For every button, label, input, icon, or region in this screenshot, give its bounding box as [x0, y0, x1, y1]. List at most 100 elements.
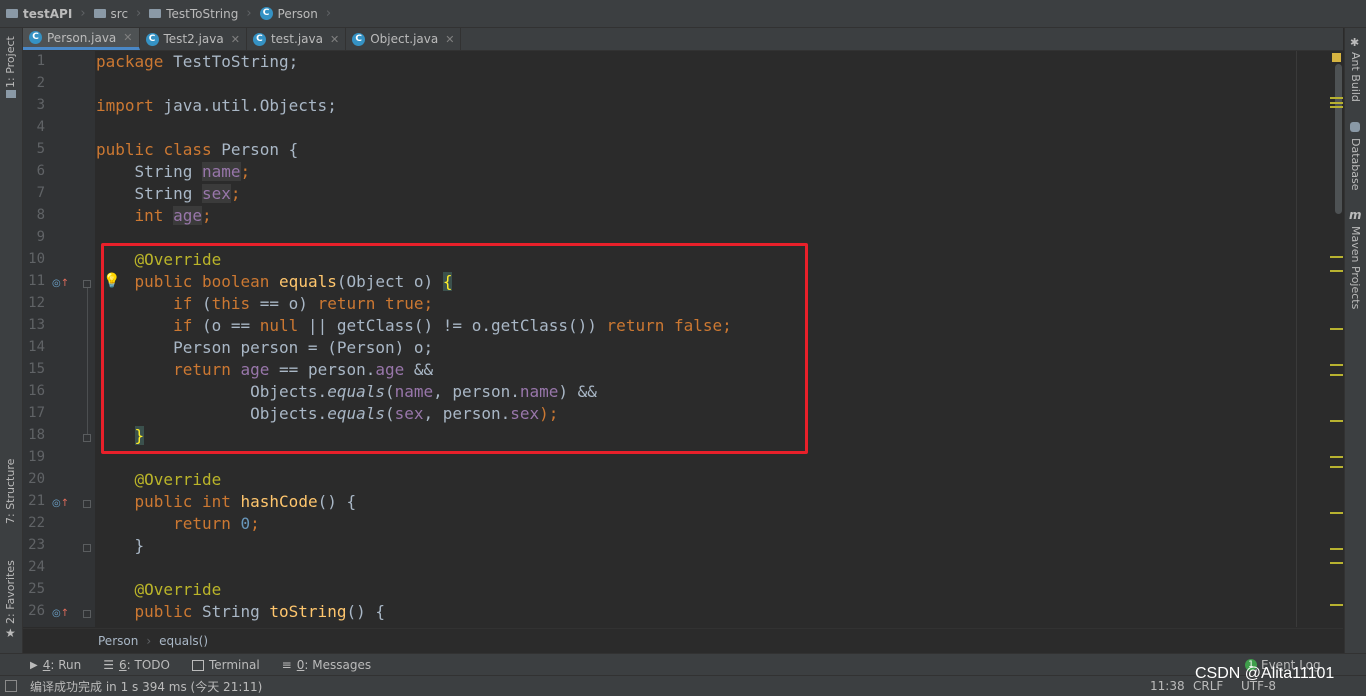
run-tool-button[interactable]: ▶ 4: Run — [30, 658, 81, 672]
error-stripe-mark[interactable] — [1330, 97, 1343, 99]
fold-guide — [87, 288, 88, 434]
project-tool-button[interactable]: 1: Project — [4, 36, 17, 88]
tab-object-java[interactable]: C Object.java ✕ — [346, 28, 462, 50]
editor-breadcrumb-class[interactable]: Person — [98, 634, 138, 648]
breadcrumb-project-label: testAPI — [23, 6, 73, 21]
class-icon: C — [352, 32, 366, 46]
editor-tabs: C Person.java ✕ C Test2.java ✕ C test.ja… — [23, 28, 1343, 51]
error-stripe-mark[interactable] — [1330, 512, 1343, 514]
highlight-box — [101, 243, 808, 454]
fold-toggle[interactable] — [83, 434, 91, 442]
right-tool-strip: ✱ Ant Build Database m Maven Projects — [1344, 28, 1366, 654]
maven-projects-tool-button[interactable]: Maven Projects — [1349, 226, 1362, 309]
line-number: 13 — [28, 317, 45, 333]
tab-test2-java[interactable]: C Test2.java ✕ — [140, 28, 247, 50]
tab-label: test.java — [270, 32, 323, 46]
line-number: 17 — [28, 405, 45, 421]
code-line: public class Person { — [96, 140, 299, 159]
editor-scrollbar[interactable] — [1335, 64, 1342, 214]
messages-icon: ≡ — [281, 658, 292, 672]
terminal-icon — [191, 659, 204, 671]
code-line: return 0; — [173, 514, 260, 533]
tab-label: Person.java — [47, 30, 117, 45]
error-stripe-mark[interactable] — [1330, 328, 1343, 330]
toggle-tool-windows-icon[interactable] — [5, 680, 17, 692]
tab-label: Test2.java — [163, 32, 224, 46]
favorites-tool-button[interactable]: 2: Favorites — [4, 560, 17, 624]
inspection-status-icon[interactable] — [1332, 53, 1341, 62]
error-stripe-mark[interactable] — [1330, 466, 1343, 468]
terminal-tool-button[interactable]: Terminal — [191, 658, 260, 672]
tool-label: : TODO — [126, 658, 170, 672]
code-line: import java.util.Objects; — [96, 96, 337, 115]
line-number: 19 — [28, 449, 45, 465]
ant-icon: ✱ — [1350, 36, 1360, 49]
structure-tool-button[interactable]: 7: Structure — [4, 459, 17, 524]
line-number: 20 — [28, 471, 45, 487]
fold-toggle[interactable] — [83, 610, 91, 618]
class-icon: C — [259, 7, 273, 20]
line-number: 5 — [36, 141, 45, 157]
folder-icon — [93, 9, 106, 18]
line-number: 7 — [36, 185, 45, 201]
breadcrumb-project[interactable]: testAPI — [0, 0, 78, 27]
line-number: 24 — [28, 559, 45, 575]
fold-toggle[interactable] — [83, 544, 91, 552]
breadcrumb-src-label: src — [110, 6, 129, 21]
todo-tool-button[interactable]: ☰ 6: TODO — [103, 658, 170, 672]
error-stripe-mark[interactable] — [1330, 256, 1343, 258]
right-margin-guide — [1296, 51, 1297, 627]
navigation-bar: testAPI › src › TestToString › C Person … — [0, 0, 1366, 28]
error-stripe-mark[interactable] — [1330, 456, 1343, 458]
fold-toggle[interactable] — [83, 500, 91, 508]
tab-test-java[interactable]: C test.java ✕ — [247, 28, 347, 50]
editor-gutter[interactable]: 1 2 3 4 5 6 7 8 9 10 11 12 13 14 15 16 1… — [23, 51, 120, 627]
code-line: String name; — [96, 162, 251, 181]
breadcrumb-package-label: TestToString — [166, 6, 239, 21]
editor-breadcrumb-method[interactable]: equals() — [159, 634, 208, 648]
error-stripe-mark[interactable] — [1330, 106, 1343, 108]
breadcrumb-class[interactable]: C Person — [254, 0, 324, 27]
messages-tool-button[interactable]: ≡ 0: Messages — [282, 658, 371, 672]
line-number: 9 — [36, 229, 45, 245]
override-method-icon[interactable]: ◎↑ — [52, 498, 69, 509]
class-icon: C — [29, 31, 42, 44]
chevron-right-icon: › — [146, 633, 152, 648]
tool-label: Terminal — [208, 658, 260, 672]
close-icon[interactable]: ✕ — [445, 33, 454, 46]
project-folder-icon — [6, 9, 18, 18]
tab-person-java[interactable]: C Person.java ✕ — [23, 28, 140, 50]
fold-toggle[interactable] — [83, 280, 91, 288]
line-number: 25 — [28, 581, 45, 597]
caret-position[interactable]: 11:38 — [1150, 676, 1185, 696]
database-tool-button[interactable]: Database — [1349, 138, 1362, 191]
override-method-icon[interactable]: ◎↑ — [52, 608, 69, 619]
error-stripe-mark[interactable] — [1330, 364, 1343, 366]
close-icon[interactable]: ✕ — [123, 31, 132, 44]
code-line: @Override — [134, 580, 222, 599]
breadcrumb-class-label: Person — [277, 6, 318, 21]
line-number: 2 — [36, 75, 45, 91]
breadcrumb-src[interactable]: src — [88, 0, 135, 27]
chevron-right-icon: › — [325, 6, 332, 21]
error-stripe-mark[interactable] — [1330, 374, 1343, 376]
line-number: 8 — [36, 207, 45, 223]
ant-build-tool-button[interactable]: Ant Build — [1349, 52, 1362, 102]
close-icon[interactable]: ✕ — [231, 33, 240, 46]
line-number: 6 — [36, 163, 45, 179]
error-stripe-mark[interactable] — [1330, 420, 1343, 422]
tool-key: 4 — [42, 658, 51, 672]
class-icon: C — [252, 32, 266, 46]
override-method-icon[interactable]: ◎↑ — [52, 278, 69, 289]
error-stripe-mark[interactable] — [1330, 562, 1343, 564]
error-stripe-mark[interactable] — [1330, 270, 1343, 272]
close-icon[interactable]: ✕ — [330, 33, 339, 46]
error-stripe-mark[interactable] — [1330, 548, 1343, 550]
error-stripe-mark[interactable] — [1330, 102, 1343, 104]
play-icon: ▶ — [30, 659, 38, 671]
breadcrumb-package[interactable]: TestToString — [143, 0, 244, 27]
status-message: 编译成功完成 in 1 s 394 ms (今天 21:11) — [30, 679, 263, 694]
database-icon — [1350, 122, 1360, 132]
tool-label: : Run — [50, 658, 82, 672]
error-stripe-mark[interactable] — [1330, 604, 1343, 606]
